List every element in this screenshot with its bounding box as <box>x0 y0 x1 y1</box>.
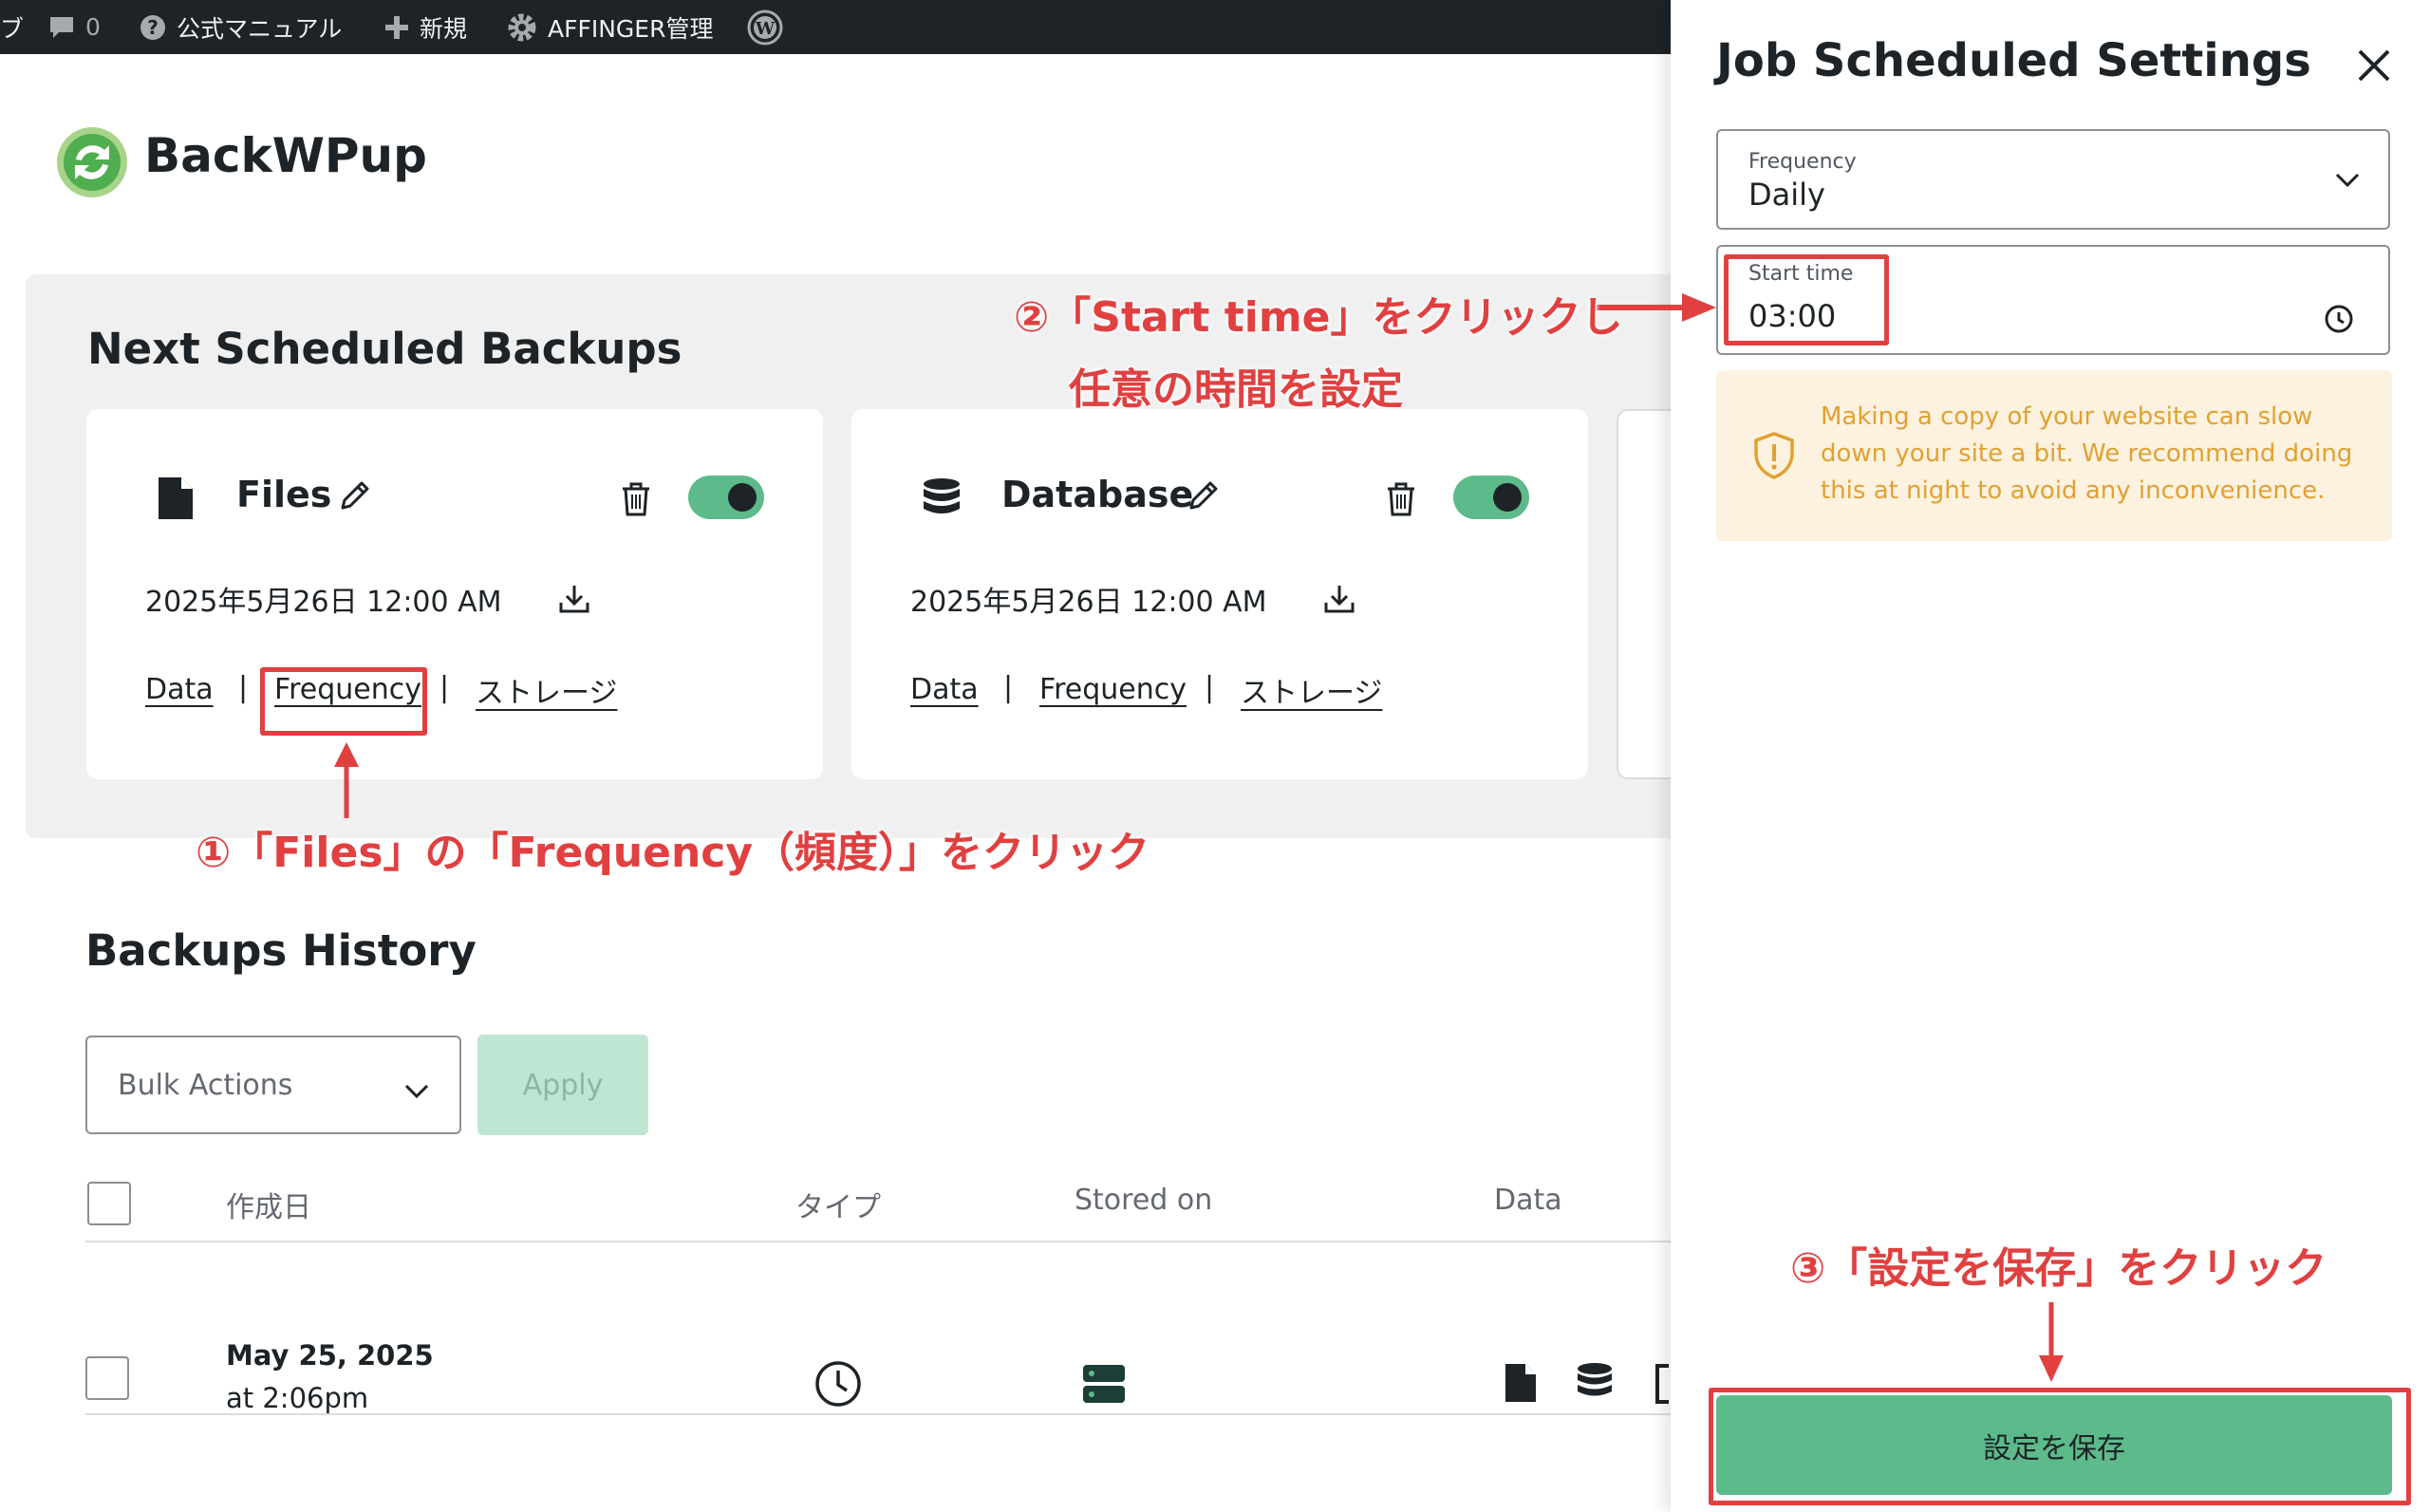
annotation-box-frequency <box>260 667 427 736</box>
admin-bar: ブ 0 ? 公式マニュアル 新規 AFFINGER管理 W <box>0 0 1671 54</box>
annotation-box-save <box>1709 1388 2411 1505</box>
annotation-box-start-time <box>1724 254 1889 345</box>
row-checkbox[interactable] <box>85 1356 129 1400</box>
svg-text:?: ? <box>147 16 159 39</box>
trash-icon[interactable] <box>620 481 652 521</box>
help-icon: ? <box>139 13 167 42</box>
edit-pencil-icon[interactable] <box>335 477 373 519</box>
admin-bar-left-item[interactable]: ブ <box>0 0 24 54</box>
backwpup-logo-icon <box>55 125 129 199</box>
database-toggle[interactable] <box>1453 476 1529 519</box>
card-title: Database <box>1001 474 1194 515</box>
shield-warning-icon <box>1752 431 1796 484</box>
clock-icon[interactable] <box>2324 304 2354 338</box>
annotation-step3: ③「設定を保存」をクリック <box>1790 1244 2327 1293</box>
database-frequency-link[interactable]: Frequency <box>1039 673 1187 706</box>
column-header-data[interactable]: Data <box>1494 1184 1562 1217</box>
database-storage-link[interactable]: ストレージ <box>1241 669 1382 711</box>
table-row: May 25, 2025 at 2:06pm <box>0 1242 1671 1470</box>
row-time: at 2:06pm <box>226 1382 369 1414</box>
select-all-checkbox[interactable] <box>87 1182 131 1225</box>
main-content: BackWPup Next Scheduled Backups Files 20… <box>0 54 1671 1512</box>
link-separator: | <box>238 671 249 704</box>
admin-bar-wp-logo[interactable]: W <box>746 0 784 54</box>
server-storage-icon <box>1082 1364 1126 1408</box>
wordpress-icon: W <box>746 9 784 47</box>
files-storage-link[interactable]: ストレージ <box>476 669 617 711</box>
chevron-down-icon <box>404 1073 429 1107</box>
clock-icon <box>814 1360 862 1411</box>
admin-bar-affinger[interactable]: AFFINGER管理 <box>506 0 713 54</box>
admin-bar-manual[interactable]: ? 公式マニュアル <box>139 0 342 54</box>
chevron-down-icon <box>2335 173 2360 192</box>
admin-bar-comments[interactable]: 0 <box>47 0 101 54</box>
card-title: Files <box>236 474 332 515</box>
row-date: May 25, 2025 <box>226 1339 434 1372</box>
database-icon <box>1576 1362 1614 1408</box>
link-separator: | <box>1003 671 1014 704</box>
edit-pencil-icon[interactable] <box>1184 477 1222 519</box>
gear-icon <box>506 11 538 44</box>
comment-icon <box>47 13 76 42</box>
database-card: Database 2025年5月26日 12:00 AM Data | Freq… <box>851 409 1588 779</box>
next-backup-date: 2025年5月26日 12:00 AM <box>145 586 502 619</box>
annotation-step2-line2: 任意の時間を設定 <box>1069 365 1403 414</box>
link-separator: | <box>439 671 450 704</box>
history-title: Backups History <box>85 925 477 976</box>
files-data-link[interactable]: Data <box>145 673 214 706</box>
bulk-actions-select[interactable]: Bulk Actions <box>85 1036 461 1134</box>
annotation-arrow-down-icon <box>2037 1302 2066 1388</box>
frequency-select[interactable]: Frequency Daily <box>1716 129 2390 230</box>
performance-notice: Making a copy of your website can slow d… <box>1716 370 2392 541</box>
annotation-step2-line1: ②「Start time」をクリックし <box>1014 293 1623 342</box>
admin-bar-new[interactable]: 新規 <box>383 0 467 54</box>
files-toggle[interactable] <box>688 476 764 519</box>
partial-card <box>1617 409 1671 779</box>
link-separator: | <box>1205 671 1215 704</box>
annotation-arrow-up-icon <box>332 740 361 822</box>
brand-name: BackWPup <box>144 128 427 183</box>
file-icon <box>157 476 195 525</box>
partial-icon <box>1654 1364 1671 1408</box>
column-header-type[interactable]: タイプ <box>795 1184 881 1225</box>
next-backup-date: 2025年5月26日 12:00 AM <box>910 586 1267 619</box>
database-icon <box>922 477 962 525</box>
column-header-stored-on[interactable]: Stored on <box>1075 1184 1212 1217</box>
close-icon[interactable] <box>2356 47 2392 87</box>
apply-button[interactable]: Apply <box>477 1035 648 1135</box>
panel-title: Job Scheduled Settings <box>1716 34 2311 87</box>
file-icon <box>1504 1362 1538 1408</box>
database-data-link[interactable]: Data <box>910 673 979 706</box>
scheduled-backups-section: Next Scheduled Backups Files 2025年5月26日 … <box>26 274 1671 838</box>
row-divider <box>85 1413 1671 1415</box>
section-title: Next Scheduled Backups <box>87 324 682 374</box>
download-icon[interactable] <box>1322 582 1356 620</box>
files-card: Files 2025年5月26日 12:00 AM Data | Frequen… <box>86 409 823 779</box>
column-header-date[interactable]: 作成日 <box>226 1184 311 1225</box>
trash-icon[interactable] <box>1385 481 1417 521</box>
download-icon[interactable] <box>557 582 591 620</box>
plus-icon <box>383 14 410 41</box>
svg-text:W: W <box>755 19 776 39</box>
comments-count: 0 <box>85 13 101 41</box>
annotation-step1: ①「Files」の「Frequency（頻度）」をクリック <box>196 829 1150 877</box>
